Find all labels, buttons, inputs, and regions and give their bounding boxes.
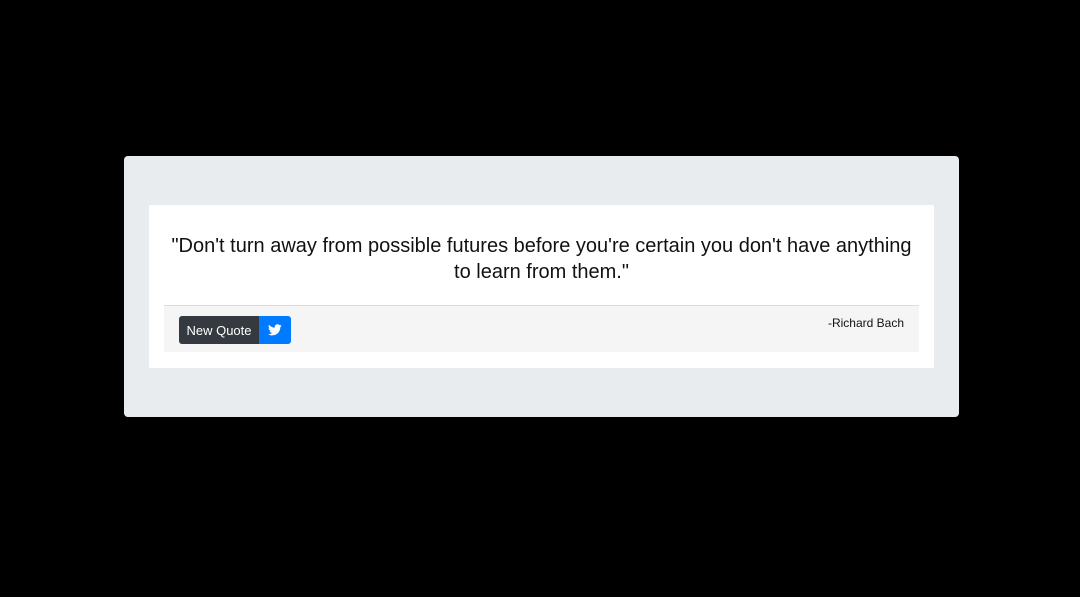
quote-text: "Don't turn away from possible futures b… bbox=[171, 235, 912, 283]
quote-container: "Don't turn away from possible futures b… bbox=[124, 156, 959, 417]
new-quote-button[interactable]: New Quote bbox=[179, 316, 259, 344]
quote-actions: New Quote bbox=[179, 316, 291, 344]
quote-card: "Don't turn away from possible futures b… bbox=[149, 205, 934, 368]
twitter-icon bbox=[268, 324, 282, 336]
quote-author: -Richard Bach bbox=[827, 316, 904, 330]
tweet-quote-button[interactable] bbox=[259, 316, 291, 344]
quote-card-footer: New Quote -Richard Bach bbox=[164, 305, 919, 352]
